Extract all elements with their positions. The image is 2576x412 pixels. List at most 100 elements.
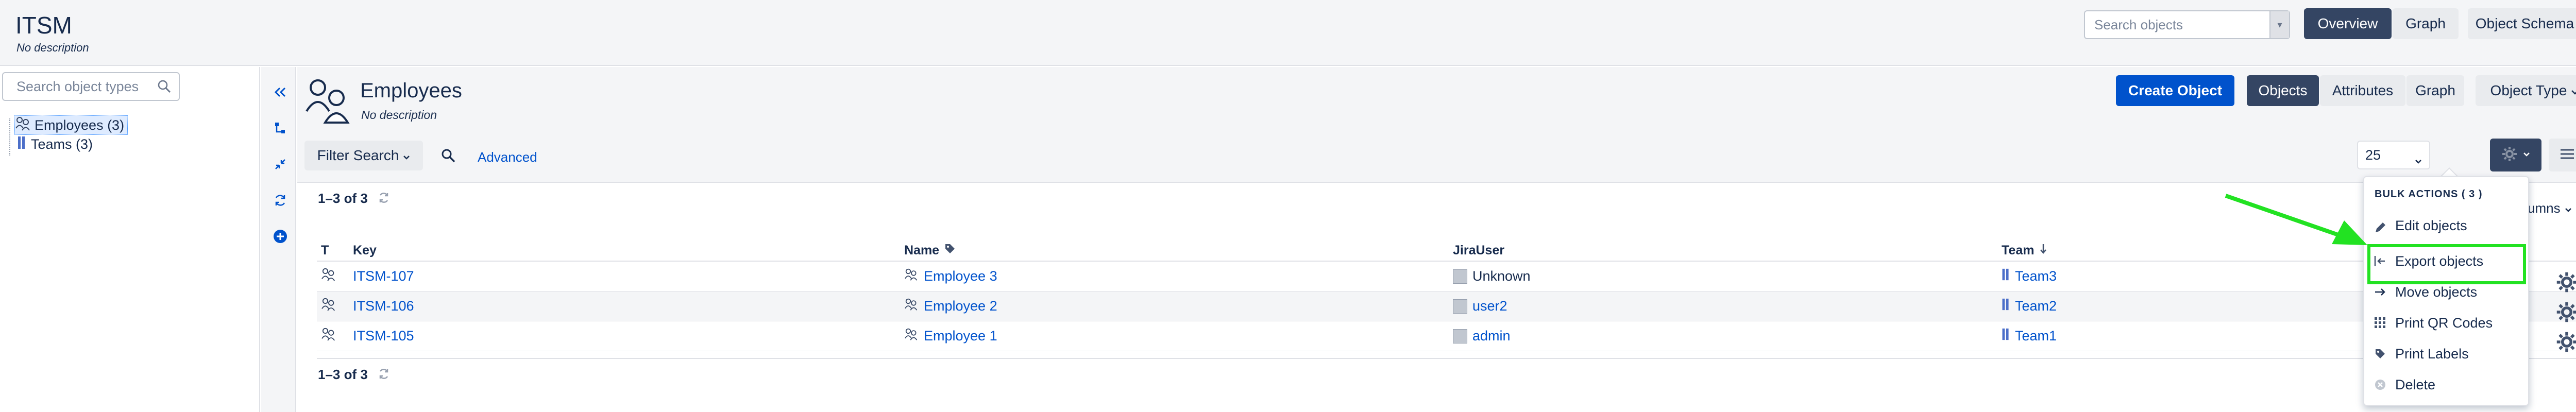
column-header-team-label: Team: [2002, 243, 2035, 258]
export-highlight-box: [2367, 244, 2526, 284]
filter-search-dropdown[interactable]: Filter Search: [304, 141, 423, 170]
tab-objects[interactable]: Objects: [2247, 75, 2319, 106]
column-header-key[interactable]: Key: [349, 241, 900, 262]
header-graph-button[interactable]: Graph: [2393, 8, 2459, 39]
tab-attributes[interactable]: Attributes: [2320, 75, 2405, 106]
page-description: No description: [361, 108, 437, 122]
sidebar-item-employees[interactable]: Employees (3): [14, 115, 128, 135]
search-dropdown-caret[interactable]: ▾: [2269, 11, 2289, 38]
bulk-actions-menu: BULK ACTIONS ( 3 ) Edit objects Export o…: [2363, 176, 2529, 406]
people-icon: [904, 268, 919, 285]
tree-connector: [9, 118, 10, 156]
collapse-all-icon[interactable]: [273, 157, 288, 172]
jira-user-label[interactable]: user2: [1472, 298, 1507, 314]
row-type-cell: [317, 261, 349, 291]
add-icon[interactable]: [273, 229, 288, 244]
avatar: [1453, 299, 1467, 314]
hierarchy-icon[interactable]: [273, 121, 288, 136]
tag-icon: [2374, 348, 2387, 359]
search-icon: [157, 79, 172, 96]
column-header-name[interactable]: Name: [900, 241, 1449, 262]
gear-icon[interactable]: [2555, 271, 2576, 296]
object-type-search[interactable]: [2, 72, 180, 101]
result-count-label: 1–3 of 3: [318, 191, 368, 206]
refresh-icon[interactable]: [378, 192, 390, 208]
object-schema-label: Object Schema: [2475, 15, 2574, 31]
people-icon: [15, 116, 31, 135]
object-search[interactable]: ▾: [2084, 10, 2290, 39]
object-name-link[interactable]: Employee 3: [904, 268, 997, 285]
bulk-actions-button[interactable]: [2490, 139, 2541, 171]
object-search-input[interactable]: [2085, 11, 2270, 38]
table-row[interactable]: ITSM-107 Employee 3 Unknown Team3: [317, 261, 2576, 291]
results-per-page-select[interactable]: 25: [2357, 141, 2430, 169]
menu-item-edit-objects[interactable]: Edit objects: [2374, 213, 2467, 234]
avatar: [1453, 329, 1467, 344]
refresh-icon[interactable]: [378, 368, 390, 384]
object-key-link[interactable]: ITSM-105: [353, 328, 414, 344]
object-name-link[interactable]: Employee 2: [904, 298, 997, 315]
column-header-name-label: Name: [904, 243, 940, 258]
object-type-dropdown[interactable]: Object Type: [2476, 75, 2576, 106]
result-count-top: 1–3 of 3: [318, 191, 390, 208]
per-page-value: 25: [2365, 147, 2381, 163]
app-title: ITSM: [15, 12, 72, 39]
refresh-icon[interactable]: [273, 193, 288, 208]
sort-desc-icon: [2039, 243, 2047, 258]
jira-user-label[interactable]: admin: [1472, 328, 1511, 344]
team-link[interactable]: Team1: [2002, 328, 2057, 345]
team-label: Team2: [2015, 298, 2057, 314]
object-name-label: Employee 3: [924, 268, 997, 284]
avatar: [1453, 269, 1467, 284]
collapse-sidebar-icon[interactable]: [273, 84, 288, 100]
result-count-bottom: 1–3 of 3: [318, 367, 390, 384]
list-icon: [2560, 148, 2575, 163]
page-title: Employees: [360, 79, 462, 102]
gear-icon[interactable]: [2555, 331, 2576, 355]
chevron-down-icon: [403, 147, 410, 164]
jira-user-cell: admin: [1453, 328, 1511, 344]
jira-user-cell: user2: [1453, 298, 1507, 314]
chevron-down-icon: [2523, 150, 2530, 160]
sidebar-item-teams[interactable]: Teams (3): [18, 134, 93, 154]
object-type-search-input[interactable]: [3, 73, 152, 100]
menu-item-delete[interactable]: Delete: [2374, 372, 2435, 398]
pencil-icon: [2374, 221, 2387, 234]
advanced-search-link[interactable]: Advanced: [478, 149, 537, 165]
menu-item-print-qr-codes[interactable]: Print QR Codes: [2374, 310, 2493, 336]
qr-code-icon: [2374, 317, 2387, 329]
filter-search-label: Filter Search: [317, 147, 399, 163]
object-type-label: Object Type: [2490, 82, 2567, 98]
object-type-header: Employees No description Create Object O…: [297, 67, 2576, 131]
create-object-button[interactable]: Create Object: [2116, 75, 2234, 106]
table-row[interactable]: ITSM-106 Employee 2 user2 Team2: [317, 291, 2576, 321]
object-name-link[interactable]: Employee 1: [904, 328, 997, 345]
team-icon: [18, 135, 26, 153]
object-key-link[interactable]: ITSM-107: [353, 268, 414, 284]
team-link[interactable]: Team2: [2002, 298, 2057, 315]
result-count-label: 1–3 of 3: [318, 367, 368, 382]
view-options-button[interactable]: [2549, 139, 2576, 171]
team-label: Team1: [2015, 328, 2057, 344]
table-row[interactable]: ITSM-105 Employee 1 admin Team1: [317, 321, 2576, 351]
search-icon[interactable]: [440, 148, 456, 166]
column-header-jirauser[interactable]: JiraUser: [1449, 241, 1997, 262]
delete-icon: [2374, 379, 2387, 391]
app-description: No description: [16, 41, 89, 54]
gear-icon[interactable]: [2555, 301, 2576, 325]
team-link[interactable]: Team3: [2002, 268, 2057, 285]
menu-item-label: Edit objects: [2395, 218, 2467, 233]
team-icon: [2002, 328, 2010, 345]
menu-item-label: Delete: [2395, 376, 2436, 392]
tab-graph[interactable]: Graph: [2406, 75, 2464, 106]
object-key-link[interactable]: ITSM-106: [353, 298, 414, 314]
menu-item-print-labels[interactable]: Print Labels: [2374, 341, 2469, 367]
team-icon: [2002, 298, 2010, 315]
tag-icon: [944, 243, 956, 258]
annotation-arrow-icon: [2225, 194, 2367, 245]
object-schema-dropdown[interactable]: Object Schema: [2468, 8, 2576, 39]
gear-icon: [2501, 146, 2518, 165]
team-icon: [2002, 268, 2010, 285]
sidebar-item-label: Teams (3): [31, 136, 93, 152]
overview-button[interactable]: Overview: [2304, 8, 2392, 39]
